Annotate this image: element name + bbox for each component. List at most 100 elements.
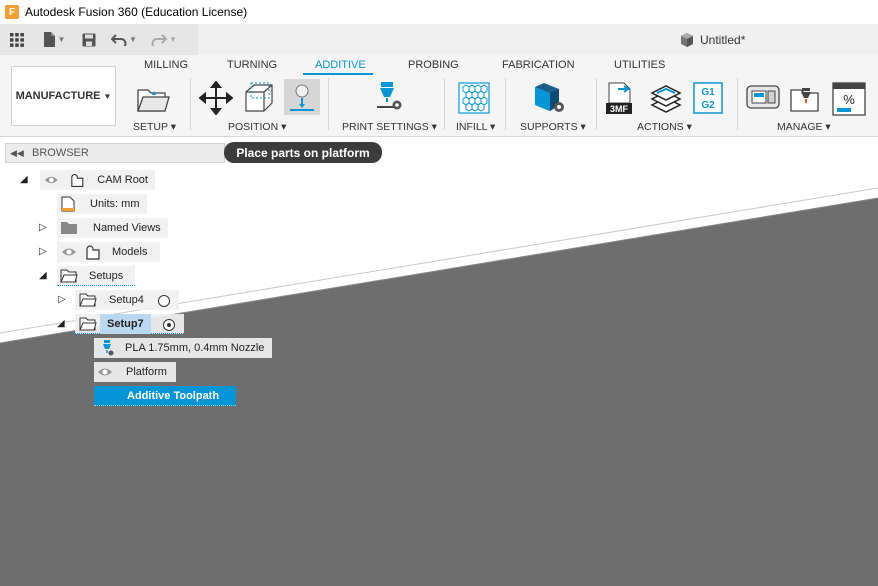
- place-on-platform-icon: [290, 84, 314, 111]
- expand-triangle-icon[interactable]: ▷: [39, 246, 47, 257]
- machine-library-icon: [746, 85, 780, 109]
- export-3mf-icon: 3MF: [606, 82, 632, 114]
- component-icon: [70, 174, 83, 187]
- slice-layers-icon: [650, 85, 682, 113]
- eye-icon[interactable]: [61, 246, 77, 258]
- move-button[interactable]: [198, 80, 234, 116]
- g2-text: G2: [701, 100, 715, 111]
- chevron-down-icon: ▼: [103, 91, 112, 101]
- bounding-box-button[interactable]: [242, 81, 276, 115]
- file-icon: [43, 32, 55, 47]
- quick-access-toolbar: ▼ ▼ ▼: [0, 24, 198, 55]
- print-settings-icon: [377, 82, 402, 110]
- expand-triangle-icon[interactable]: ▷: [58, 294, 66, 305]
- supports-icon: [535, 83, 564, 112]
- workspace-label: MANUFACTURE: [15, 90, 101, 102]
- data-panel-grid-icon[interactable]: [0, 24, 34, 55]
- document-tab[interactable]: Untitled*: [680, 33, 745, 47]
- panel-divider: [737, 78, 738, 130]
- tree-node-setups[interactable]: Setups: [57, 266, 135, 286]
- browser-title: BROWSER: [32, 147, 89, 159]
- collapse-triangle-icon[interactable]: ◢: [57, 318, 65, 329]
- setup-folder-icon: [137, 89, 170, 112]
- folder-icon: [61, 222, 77, 234]
- panel-divider: [596, 78, 597, 130]
- document-name: Untitled*: [700, 33, 746, 47]
- tab-probing[interactable]: PROBING: [408, 59, 459, 71]
- redo-button[interactable]: ▼: [144, 24, 184, 55]
- actions-panel-menu[interactable]: ACTIONS ▾: [637, 121, 692, 133]
- tree-node-additive-toolpath[interactable]: Additive Toolpath: [94, 386, 236, 406]
- activate-setup4-radio[interactable]: [158, 295, 170, 307]
- 3mf-text: 3MF: [610, 104, 629, 114]
- g1-text: G1: [701, 87, 715, 98]
- task-manager-button[interactable]: %: [832, 82, 866, 116]
- tree-node-named-views[interactable]: Named Views: [57, 218, 168, 238]
- document-tab-bar: [198, 24, 878, 55]
- save-button[interactable]: [74, 24, 104, 55]
- bounding-box-icon: [245, 82, 273, 112]
- document-units-icon: [61, 196, 75, 212]
- tree-node-print-setting[interactable]: PLA 1.75mm, 0.4mm Nozzle: [94, 338, 272, 358]
- undo-button[interactable]: ▼: [104, 24, 144, 55]
- slice-button[interactable]: [649, 81, 683, 115]
- panel-divider: [190, 78, 191, 130]
- title-bar: F Autodesk Fusion 360 (Education License…: [0, 0, 878, 24]
- tree-node-platform[interactable]: Platform: [94, 362, 176, 382]
- infill-button[interactable]: [457, 81, 491, 115]
- task-manager-icon: %: [832, 82, 866, 116]
- manage-panel-menu[interactable]: MANAGE ▾: [777, 121, 831, 133]
- tab-milling[interactable]: MILLING: [144, 59, 188, 71]
- collapse-triangle-icon[interactable]: ◢: [39, 270, 47, 281]
- document-cube-icon: [681, 33, 693, 47]
- tree-node-models[interactable]: Models: [57, 242, 160, 262]
- undo-icon: [111, 33, 127, 46]
- supports-button[interactable]: [532, 81, 566, 115]
- g-code-icon: G1G2: [693, 82, 723, 114]
- setup-folder-icon: [79, 317, 97, 330]
- window-title: Autodesk Fusion 360 (Education License): [25, 5, 248, 19]
- position-panel-menu[interactable]: POSITION ▾: [228, 121, 286, 133]
- place-parts-on-platform-button[interactable]: [284, 79, 320, 115]
- eye-icon[interactable]: [44, 174, 59, 186]
- file-menu-button[interactable]: ▼: [34, 24, 74, 55]
- print-settings-panel-menu[interactable]: PRINT SETTINGS ▾: [342, 121, 437, 133]
- print-setting-library-icon: [790, 88, 819, 112]
- expand-triangle-icon[interactable]: ▷: [39, 222, 47, 233]
- tree-node-cam-root[interactable]: CAM Root: [40, 170, 155, 190]
- tab-utilities[interactable]: UTILITIES: [614, 59, 665, 71]
- print-setting-library-button[interactable]: [789, 82, 823, 116]
- export-3mf-button[interactable]: 3MF: [606, 81, 640, 115]
- infill-honeycomb-icon: [458, 82, 490, 114]
- activate-setup7-radio[interactable]: [163, 319, 175, 331]
- active-tab-indicator: [303, 73, 373, 75]
- panel-divider: [328, 78, 329, 130]
- print-setting-icon: [103, 340, 114, 356]
- setup-folder-icon: [79, 293, 97, 307]
- print-settings-button[interactable]: [371, 80, 405, 114]
- move-arrows-icon: [198, 80, 234, 116]
- redo-icon: [151, 33, 168, 46]
- tree-node-units[interactable]: Units: mm: [57, 194, 147, 214]
- browser-header[interactable]: ◀◀ BROWSER: [5, 143, 225, 163]
- open-folder-icon: [60, 269, 78, 282]
- save-icon: [82, 33, 96, 46]
- tab-fabrication[interactable]: FABRICATION: [502, 59, 575, 71]
- fusion-app-icon: F: [5, 5, 19, 19]
- setup-panel-menu[interactable]: SETUP ▾: [133, 121, 176, 133]
- tab-turning[interactable]: TURNING: [227, 59, 277, 71]
- tab-additive[interactable]: ADDITIVE: [315, 59, 366, 71]
- eye-icon[interactable]: [97, 366, 113, 378]
- workspace-switcher[interactable]: MANUFACTURE ▼: [11, 66, 116, 126]
- collapse-triangle-icon[interactable]: ◢: [20, 174, 28, 185]
- supports-panel-menu[interactable]: SUPPORTS ▾: [520, 121, 586, 133]
- tooltip: Place parts on platform: [224, 142, 382, 163]
- infill-panel-menu[interactable]: INFILL ▾: [456, 121, 495, 133]
- percent-text: %: [843, 92, 855, 107]
- panel-divider: [444, 78, 445, 130]
- component-icon: [86, 245, 100, 260]
- post-process-button[interactable]: G1 G2: [693, 82, 723, 114]
- collapse-browser-icon[interactable]: ◀◀: [10, 148, 26, 159]
- new-setup-button[interactable]: [136, 82, 170, 116]
- machine-library-button[interactable]: [746, 82, 780, 116]
